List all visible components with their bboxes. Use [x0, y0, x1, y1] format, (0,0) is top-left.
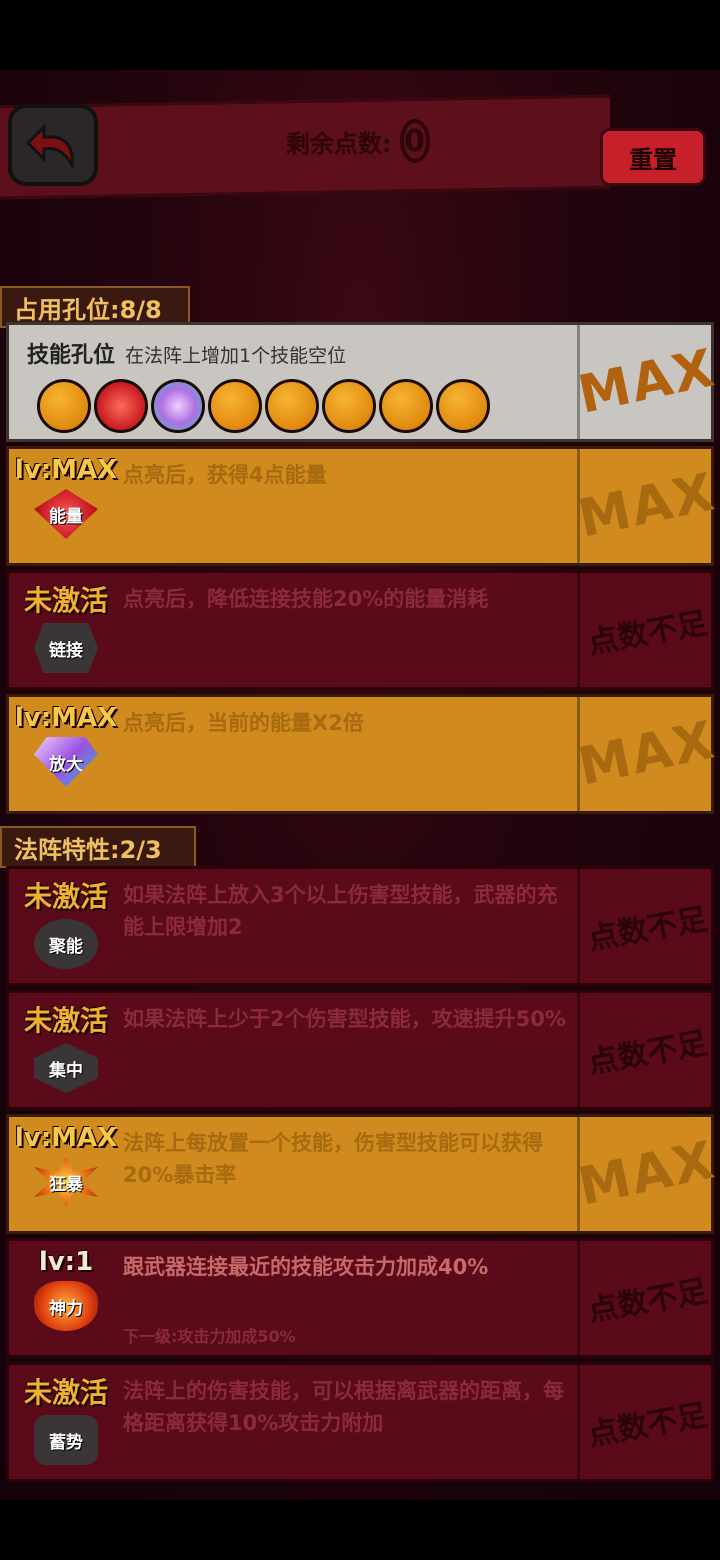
max-label: MAX	[573, 710, 720, 798]
skill-slot-description: 在法阵上增加1个技能空位	[125, 345, 347, 367]
skill-slot-title: 技能孔位 在法阵上增加1个技能空位	[27, 337, 346, 369]
skill-name: 聚能	[49, 936, 83, 957]
slot-orb-icon	[208, 379, 262, 433]
skill-name: 集中	[49, 1060, 83, 1081]
insufficient-points-label: 点数不足	[585, 1025, 710, 1082]
skill-row-amplify[interactable]: lv:MAX 放大 点亮后，当前的能量X2倍 MAX	[6, 694, 720, 814]
slot-orb-icon	[379, 379, 433, 433]
focus-icon: 聚能	[34, 919, 98, 969]
slot-orb-icon	[37, 379, 91, 433]
skill-level: lv:MAX	[14, 1123, 118, 1153]
slot-list	[37, 379, 490, 433]
skill-upgrade-button[interactable]: 点数不足	[577, 1241, 714, 1355]
link-icon: 链接	[34, 623, 98, 673]
skill-upgrade-button[interactable]: 点数不足	[577, 573, 714, 687]
concentrate-icon: 集中	[34, 1043, 98, 1093]
charge-icon: 蓄势	[34, 1415, 98, 1465]
skill-badge: lv:1 神力	[13, 1247, 119, 1355]
skill-level: lv:MAX	[14, 703, 118, 733]
insufficient-points-label: 点数不足	[585, 1397, 710, 1454]
skill-row-divine-power[interactable]: lv:1 神力 跟武器连接最近的技能攻击力加成40% 下一级:攻击力加成50% …	[6, 1238, 714, 1358]
skill-row-focus[interactable]: 未激活 聚能 如果法阵上放入3个以上伤害型技能，武器的充能上限增加2 点数不足	[6, 866, 714, 986]
skill-slot-label: 技能孔位	[27, 343, 116, 368]
skill-slot-main: 技能孔位 在法阵上增加1个技能空位	[9, 325, 575, 439]
skill-row-charge[interactable]: 未激活 蓄势 法阵上的伤害技能，可以根据离武器的距离，每格距离获得10%攻击力附…	[6, 1362, 714, 1482]
skill-description: 点亮后，获得4点能量	[123, 463, 327, 487]
skill-row-concentrate[interactable]: 未激活 集中 如果法阵上少于2个伤害型技能，攻速提升50% 点数不足	[6, 990, 714, 1110]
max-label: MAX	[573, 462, 720, 550]
skill-upgrade-button[interactable]: 点数不足	[577, 1365, 714, 1479]
next-level-text: 下一级:攻击力加成50%	[123, 1327, 296, 1346]
purple-gem-icon	[151, 379, 205, 433]
skill-status: 未激活	[23, 584, 108, 617]
insufficient-points-label: 点数不足	[585, 605, 710, 662]
skill-badge: lv:MAX 狂暴	[13, 1123, 119, 1231]
skill-upgrade-button[interactable]: MAX	[573, 449, 720, 563]
back-arrow-icon	[25, 123, 74, 170]
back-button[interactable]	[8, 104, 98, 186]
skill-status: 未激活	[23, 1004, 108, 1037]
reset-button[interactable]: 重置	[600, 128, 706, 186]
skill-name: 链接	[49, 640, 83, 661]
skill-name: 放大	[49, 754, 83, 775]
skill-badge: 未激活 集中	[13, 999, 119, 1107]
skill-name: 蓄势	[49, 1432, 83, 1453]
insufficient-points-label: 点数不足	[585, 901, 710, 958]
skill-description: 如果法阵上放入3个以上伤害型技能，武器的充能上限增加2	[123, 883, 558, 939]
skill-level: lv:MAX	[14, 455, 118, 485]
skill-status: 未激活	[23, 1376, 108, 1409]
skill-name: 狂暴	[49, 1174, 83, 1195]
rage-icon: 狂暴	[34, 1157, 98, 1207]
skill-row-rage[interactable]: lv:MAX 狂暴 法阵上每放置一个技能，伤害型技能可以获得20%暴击率 MAX	[6, 1114, 720, 1234]
skill-slot-upgrade[interactable]: MAX	[573, 325, 720, 439]
remaining-points: 剩余点数: 0	[286, 116, 430, 166]
skill-description: 跟武器连接最近的技能攻击力加成40%	[123, 1255, 489, 1279]
skill-level: lv:1	[38, 1247, 94, 1277]
skill-row-link[interactable]: 未激活 链接 点亮后，降低连接技能20%的能量消耗 点数不足	[6, 570, 714, 690]
remaining-points-label: 剩余点数:	[286, 129, 392, 158]
skill-badge: 未激活 聚能	[13, 875, 119, 983]
skill-status: 未激活	[23, 880, 108, 913]
skill-badge: 未激活 链接	[13, 579, 119, 687]
skill-badge: lv:MAX 能量	[13, 455, 119, 563]
red-gem-icon	[94, 379, 148, 433]
skill-name: 神力	[49, 1298, 83, 1319]
skill-description: 如果法阵上少于2个伤害型技能，攻速提升50%	[123, 1007, 566, 1031]
insufficient-points-label: 点数不足	[585, 1273, 710, 1330]
red-gem-icon: 能量	[34, 489, 98, 539]
skill-description: 点亮后，降低连接技能20%的能量消耗	[123, 587, 489, 611]
skill-description: 点亮后，当前的能量X2倍	[123, 711, 364, 735]
skill-description: 法阵上的伤害技能，可以根据离武器的距离，每格距离获得10%攻击力附加	[123, 1379, 564, 1435]
slot-orb-icon	[322, 379, 376, 433]
skill-upgrade-button[interactable]: 点数不足	[577, 869, 714, 983]
purple-gem-icon: 放大	[34, 737, 98, 787]
skill-upgrade-button[interactable]: MAX	[573, 697, 720, 811]
skill-badge: 未激活 蓄势	[13, 1371, 119, 1479]
slot-orb-icon	[265, 379, 319, 433]
divine-power-icon: 神力	[34, 1281, 98, 1331]
slot-orb-icon	[436, 379, 490, 433]
skill-upgrade-button[interactable]: 点数不足	[577, 993, 714, 1107]
skill-slot-row[interactable]: 技能孔位 在法阵上增加1个技能空位 MAX	[6, 322, 720, 442]
array-traits-section-tag: 法阵特性:2/3	[0, 826, 196, 868]
remaining-points-value: 0	[399, 119, 430, 163]
skill-row-energy[interactable]: lv:MAX 能量 点亮后，获得4点能量 MAX	[6, 446, 720, 566]
max-label: MAX	[573, 338, 720, 426]
skill-upgrade-button[interactable]: MAX	[573, 1117, 720, 1231]
skill-badge: lv:MAX 放大	[13, 703, 119, 811]
skill-description: 法阵上每放置一个技能，伤害型技能可以获得20%暴击率	[123, 1131, 543, 1187]
skill-name: 能量	[49, 506, 83, 527]
max-label: MAX	[573, 1130, 720, 1218]
